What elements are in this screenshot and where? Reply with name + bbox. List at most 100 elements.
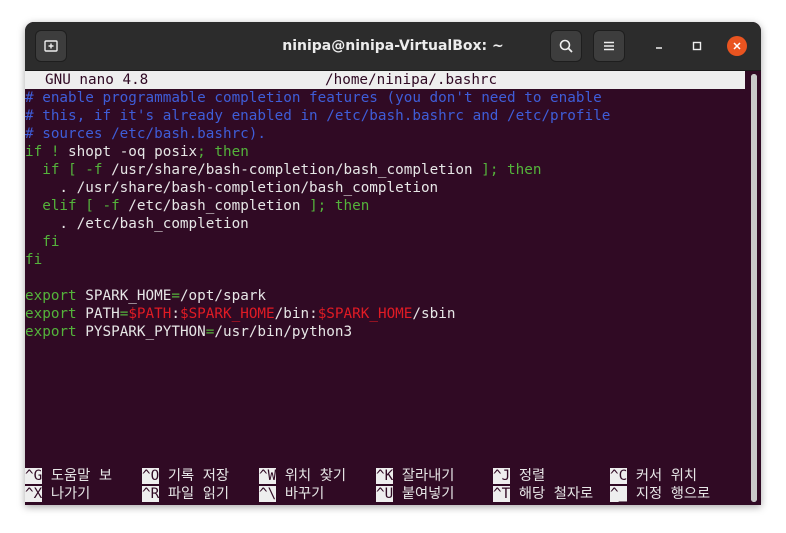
shortcut-bar-row-2: ^X 나가기 ^R 파일 읽기 ^\ 바꾸기 ^U 붙여넣기 ^T 해당 철자로 ^_ 지…: [25, 485, 745, 503]
code-token: $SPARK_HOME: [317, 306, 413, 322]
code-token: elif: [25, 198, 77, 214]
code-token: :: [171, 306, 180, 322]
title-bar: ninipa@ninipa-VirtualBox: ~: [25, 22, 761, 71]
code-token: ]; then: [309, 198, 370, 214]
scrollbar[interactable]: [751, 74, 757, 502]
shortcut-key: ^C: [610, 468, 628, 484]
code-token: ; then: [197, 144, 249, 160]
menu-button[interactable]: [593, 30, 625, 62]
shortcut-label: 나가기: [42, 486, 91, 502]
terminal-window: ninipa@ninipa-VirtualBox: ~ GNU nano 4.8…: [25, 22, 761, 505]
shortcut-label: 잘라내기: [393, 468, 455, 484]
nano-version: GNU nano 4.8: [45, 72, 149, 88]
code-token: /etc/bash_completion: [119, 198, 310, 214]
minimize-button[interactable]: [649, 36, 669, 56]
code-token: /sbin: [412, 306, 456, 322]
code-token: fi: [25, 252, 43, 268]
code-token: fi: [25, 234, 60, 250]
shortcut-item: ^C 커서 위치: [610, 467, 697, 485]
close-button[interactable]: [727, 36, 747, 56]
shortcut-label: 지정 행으로: [627, 486, 711, 502]
code-token: $SPARK_HOME: [179, 306, 275, 322]
shortcut-bar-row-1: ^G 도움말 보 ^O 기록 저장 ^W 위치 찾기 ^K 잘라내기 ^J 정렬 ^C 커…: [25, 467, 745, 485]
shortcut-key: ^X: [25, 486, 43, 502]
code-token: PYSPARK_PYTHON: [76, 324, 206, 340]
shortcut-label: 커서 위치: [627, 468, 698, 484]
code-token: /usr/share/bash-completion/bash_completi…: [102, 162, 482, 178]
code-token: SPARK_HOME: [76, 288, 172, 304]
code-token: if: [25, 144, 43, 160]
shortcut-item: ^\ 바꾸기: [259, 485, 324, 503]
code-token: =: [171, 288, 180, 304]
code-token: /bin:: [274, 306, 318, 322]
code-token: [: [85, 198, 94, 214]
shortcut-label: 정렬: [510, 468, 546, 484]
shortcut-label: 파일 읽기: [159, 486, 230, 502]
code-token: export: [25, 306, 77, 322]
code-token: . /etc/bash_completion: [25, 216, 249, 232]
search-button[interactable]: [550, 30, 582, 62]
shortcut-item: ^X 나가기: [25, 485, 90, 503]
code-line: export PATH=$PATH:$SPARK_HOME/bin:$SPARK…: [25, 305, 745, 323]
code-line: # this, if it's already enabled in /etc/…: [25, 107, 745, 125]
shortcut-item: ^U 붙여넣기: [376, 485, 454, 503]
shortcut-key: ^\: [259, 486, 277, 502]
code-token: if: [25, 162, 60, 178]
code-line: if ! shopt -oq posix; then: [25, 143, 745, 161]
shortcut-key: ^G: [25, 468, 43, 484]
code-line: . /etc/bash_completion: [25, 215, 745, 233]
shortcut-key: ^J: [493, 468, 511, 484]
shortcut-item: ^O 기록 저장: [142, 467, 229, 485]
code-line: export SPARK_HOME=/opt/spark: [25, 287, 745, 305]
code-token: /usr/bin/python3: [214, 324, 353, 340]
search-icon: [559, 39, 573, 53]
code-token: . /usr/share/bash-completion/bash_comple…: [25, 180, 439, 196]
code-token: -f: [85, 162, 103, 178]
shortcut-key: ^U: [376, 486, 394, 502]
shortcut-item: ^K 잘라내기: [376, 467, 454, 485]
code-line: fi: [25, 251, 745, 269]
maximize-button[interactable]: [687, 36, 707, 56]
shortcut-item: ^W 위치 찾기: [259, 467, 346, 485]
code-token: -f: [102, 198, 120, 214]
close-icon: [733, 42, 741, 50]
code-token: # enable programmable completion feature…: [25, 90, 602, 106]
code-token: shopt -oq posix: [59, 144, 198, 160]
code-line: elif [ -f /etc/bash_completion ]; then: [25, 197, 745, 215]
minimize-icon: [656, 47, 662, 49]
code-token: export: [25, 288, 77, 304]
code-line: export PYSPARK_PYTHON=/usr/bin/python3: [25, 323, 745, 341]
nano-header: GNU nano 4.8/home/ninipa/.bashrc: [25, 71, 745, 89]
code-line: if [ -f /usr/share/bash-completion/bash_…: [25, 161, 745, 179]
hamburger-menu-icon: [604, 41, 614, 51]
terminal-content[interactable]: GNU nano 4.8/home/ninipa/.bashrc # enabl…: [25, 71, 745, 505]
code-token: export: [25, 324, 77, 340]
shortcut-key: ^K: [376, 468, 394, 484]
shortcut-label: 해당 철자로: [510, 486, 594, 502]
code-line: # sources /etc/bash.bashrc).: [25, 125, 745, 143]
shortcut-label: 위치 찾기: [276, 468, 347, 484]
shortcut-item: ^_ 지정 행으로: [610, 485, 710, 503]
code-token: [: [68, 162, 77, 178]
shortcut-item: ^J 정렬: [493, 467, 545, 485]
code-token: PATH: [76, 306, 120, 322]
code-token: # this, if it's already enabled in /etc/…: [25, 108, 611, 124]
shortcut-key: ^O: [142, 468, 160, 484]
editor-buffer[interactable]: # enable programmable completion feature…: [25, 89, 745, 341]
shortcut-item: ^T 해당 철자로: [493, 485, 593, 503]
shortcut-label: 기록 저장: [159, 468, 230, 484]
shortcut-item: ^G 도움말 보: [25, 467, 112, 485]
code-line: fi: [25, 233, 745, 251]
code-line: # enable programmable completion feature…: [25, 89, 745, 107]
shortcut-key: ^W: [259, 468, 277, 484]
shortcut-label: 도움말 보: [42, 468, 113, 484]
scrollbar-thumb[interactable]: [751, 74, 757, 502]
code-token: # sources /etc/bash.bashrc).: [25, 126, 267, 142]
code-line: . /usr/share/bash-completion/bash_comple…: [25, 179, 745, 197]
nano-filename: /home/ninipa/.bashrc: [325, 72, 498, 88]
shortcut-key: ^_: [610, 486, 628, 502]
